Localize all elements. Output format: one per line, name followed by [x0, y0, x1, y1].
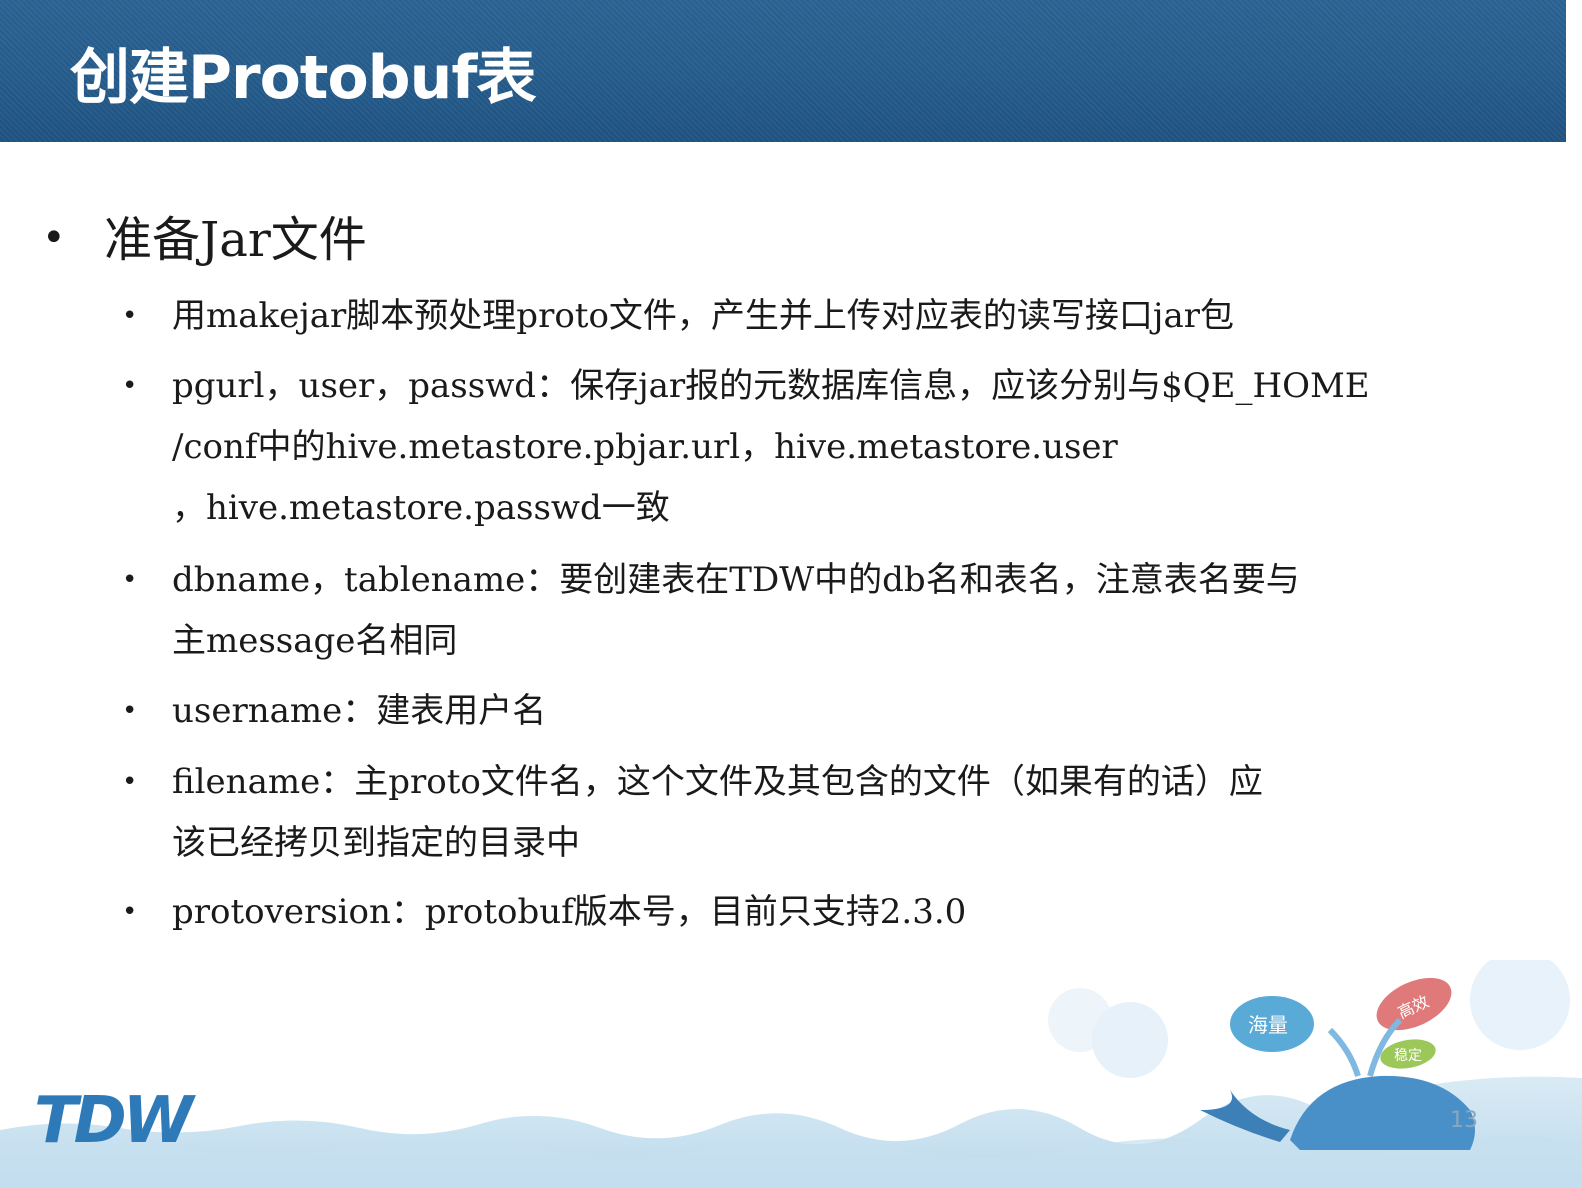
- bullet-item: • dbname，tablename：要创建表在TDW中的db名和表名，注意表名…: [122, 550, 1462, 672]
- bullet-line: username：建表用户名: [172, 691, 547, 731]
- section-heading: 准备Jar文件: [104, 212, 367, 268]
- bullet-dot: •: [42, 215, 66, 261]
- bullet-line: protoversion：protobuf版本号，目前只支持2.3.0: [172, 892, 967, 932]
- bullet-line: ，hive.metastore.passwd一致: [172, 488, 670, 528]
- bullet-dot: •: [122, 371, 138, 401]
- bullet-dot: •: [122, 565, 138, 595]
- bullet-item: • pgurl，user，passwd：保存jar报的元数据库信息，应该分别与$…: [122, 356, 1462, 539]
- bullet-item: • 用makejar脚本预处理proto文件，产生并上传对应表的读写接口jar包: [122, 286, 1462, 347]
- bullet-item: • username：建表用户名: [122, 681, 1462, 742]
- drop-label: 海量: [1248, 1013, 1288, 1037]
- bullet-line: 主message名相同: [172, 621, 458, 661]
- drop-label: 稳定: [1394, 1048, 1422, 1064]
- bullet-dot: •: [122, 897, 138, 927]
- bullet-line: filename：主proto文件名，这个文件及其包含的文件（如果有的话）应: [172, 762, 1263, 802]
- tdw-logo: TDW: [34, 1084, 201, 1158]
- bullet-item: • filename：主proto文件名，这个文件及其包含的文件（如果有的话）应…: [122, 752, 1462, 874]
- logo-text: TDW: [34, 1084, 197, 1158]
- bottom-decoration: 海量 高效 稳定 TDW: [0, 960, 1582, 1188]
- slide-content: • 准备Jar文件 • 用makejar脚本预处理proto文件，产生并上传对应…: [0, 0, 1582, 980]
- bullet-dot: •: [122, 767, 138, 797]
- bullet-line: 该已经拷贝到指定的目录中: [172, 823, 580, 863]
- bullet-item: • protoversion：protobuf版本号，目前只支持2.3.0: [122, 882, 1462, 943]
- water-drop-icon: 海量: [1230, 996, 1314, 1052]
- page-number: 13: [1450, 1108, 1478, 1133]
- bullet-line: /conf中的hive.metastore.pbjar.url，hive.met…: [172, 427, 1118, 467]
- bullet-line: pgurl，user，passwd：保存jar报的元数据库信息，应该分别与$QE…: [172, 366, 1370, 406]
- bullet-line: 用makejar脚本预处理proto文件，产生并上传对应表的读写接口jar包: [172, 296, 1234, 336]
- bullet-dot: •: [122, 696, 138, 726]
- bullet-line: dbname，tablename：要创建表在TDW中的db名和表名，注意表名要与: [172, 560, 1300, 600]
- slide-title: 创建Protobuf表: [70, 43, 536, 113]
- water-drop-icon: 高效: [1376, 977, 1452, 1031]
- bullet-dot: •: [122, 301, 138, 331]
